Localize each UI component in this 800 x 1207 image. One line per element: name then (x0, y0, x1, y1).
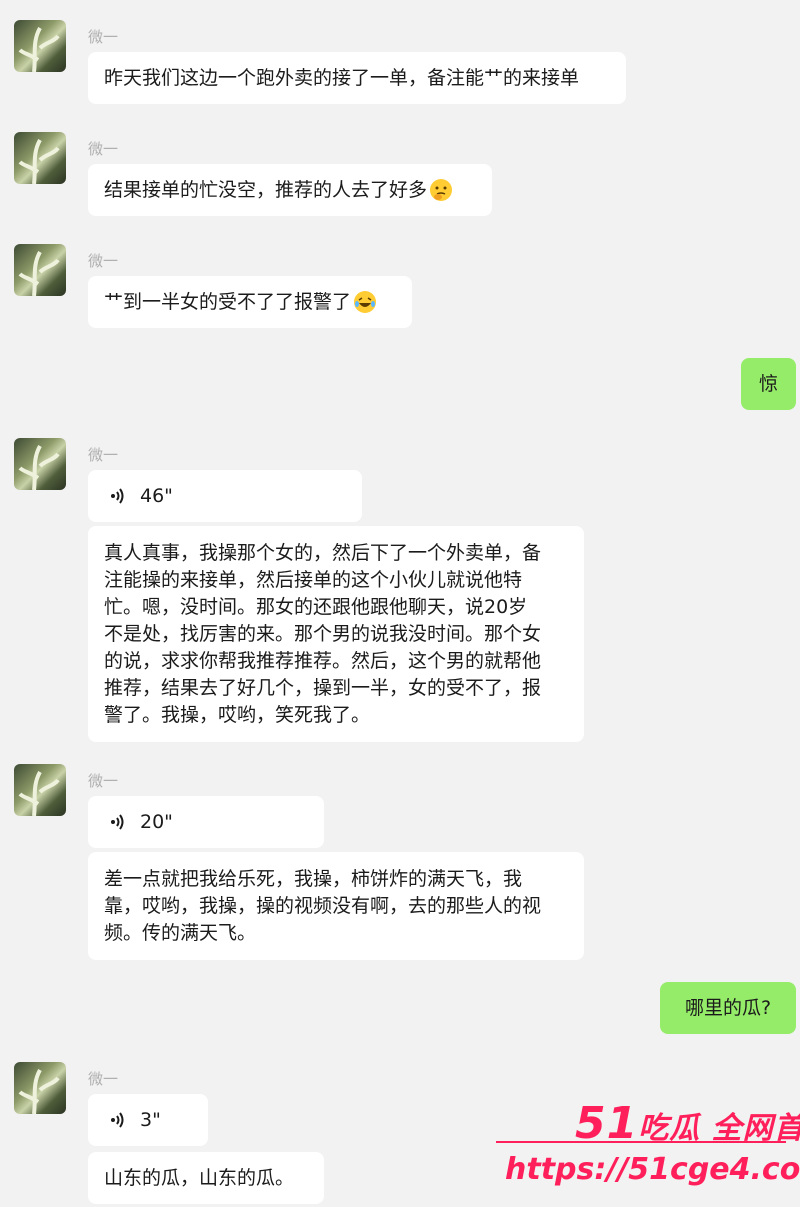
transcript-line: 频。传的满天飞。 (104, 922, 257, 944)
voice-duration: 20" (140, 810, 173, 833)
voice-message[interactable]: 20" (88, 796, 324, 848)
message-bubble[interactable]: 结果接单的忙没空，推荐的人去了好多 (88, 164, 492, 216)
contact-avatar[interactable] (14, 132, 66, 184)
my-message-bubble[interactable]: 惊 (741, 358, 796, 410)
contact-avatar[interactable] (14, 20, 66, 72)
contact-avatar[interactable] (14, 764, 66, 816)
transcript-line: 差一点就把我给乐死，我操，柿饼炸的满天飞，我 (104, 868, 523, 890)
transcript-line: 注能操的来接单，然后接单的这个小伙儿就说他特 (104, 569, 523, 591)
sender-name: 微一 (88, 140, 119, 158)
transcript-line: 警了。我操，哎哟，笑死我了。 (104, 704, 371, 726)
contact-avatar[interactable] (14, 1062, 66, 1114)
voice-message[interactable]: 3" (88, 1094, 208, 1146)
contact-avatar[interactable] (14, 438, 66, 490)
voice-transcript[interactable]: 真人真事，我操那个女的，然后下了一个外卖单，备 注能操的来接单，然后接单的这个小… (88, 526, 584, 742)
sender-name: 微一 (88, 28, 119, 46)
message-text: 艹到一半女的受不了了报警了 (104, 290, 352, 313)
transcript-line: 推荐，结果去了好几个，操到一半，女的受不了，报 (104, 677, 542, 699)
sender-name: 微一 (88, 252, 119, 270)
sender-name: 微一 (88, 772, 119, 790)
transcript-text: 山东的瓜，山东的瓜。 (104, 1166, 295, 1189)
transcript-line: 忙。嗯，没时间。那女的还跟他跟他聊天，说20岁 (104, 596, 528, 618)
transcript-line: 的说，求求你帮我推荐推荐。然后，这个男的就帮他 (104, 650, 542, 672)
voice-wave-icon (111, 488, 124, 504)
voice-wave-icon (111, 814, 124, 830)
watermark-url: https://51cge4.com (505, 1152, 800, 1187)
message-text: 结果接单的忙没空，推荐的人去了好多 (104, 178, 428, 201)
sender-name: 微一 (88, 1070, 119, 1088)
laughing-tears-emoji (354, 291, 377, 313)
message-text: 惊 (758, 372, 778, 395)
contact-avatar[interactable] (14, 244, 66, 296)
voice-duration: 3" (140, 1108, 161, 1131)
message-text: 哪里的瓜? (684, 996, 772, 1019)
transcript-line: 真人真事，我操那个女的，然后下了一个外卖单，备 (104, 542, 542, 564)
thinking-face-emoji (430, 179, 453, 201)
watermark-divider (496, 1141, 786, 1143)
message-text: 昨天我们这边一个跑外卖的接了一单，备注能艹的来接单 (104, 66, 580, 89)
message-bubble[interactable]: 艹到一半女的受不了了报警了 (88, 276, 412, 328)
transcript-line: 靠，哎哟，我操，操的视频没有啊，去的那些人的视 (104, 895, 542, 917)
message-bubble[interactable]: 昨天我们这边一个跑外卖的接了一单，备注能艹的来接单 (88, 52, 626, 104)
my-message-bubble[interactable]: 哪里的瓜? (660, 982, 796, 1034)
voice-transcript[interactable]: 山东的瓜，山东的瓜。 (88, 1152, 324, 1204)
voice-transcript[interactable]: 差一点就把我给乐死，我操，柿饼炸的满天飞，我 靠，哎哟，我操，操的视频没有啊，去… (88, 852, 584, 960)
voice-wave-icon (111, 1112, 124, 1128)
transcript-line: 不是处，找厉害的来。那个男的说我没时间。那个女 (104, 623, 542, 645)
voice-duration: 46" (140, 484, 173, 507)
voice-message[interactable]: 46" (88, 470, 362, 522)
sender-name: 微一 (88, 446, 119, 464)
